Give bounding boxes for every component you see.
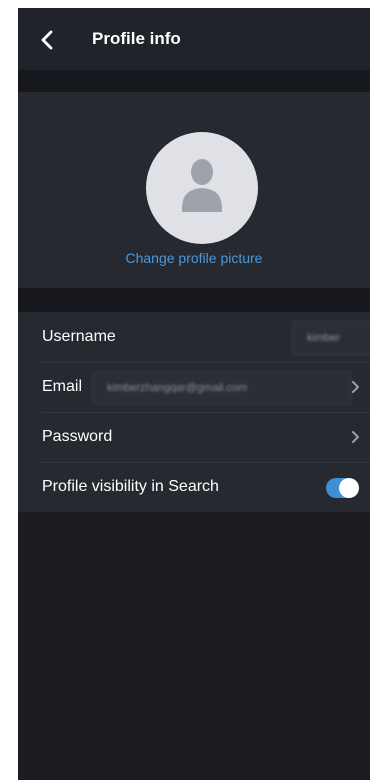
visibility-label: Profile visibility in Search — [42, 478, 219, 495]
change-profile-picture-link[interactable]: Change profile picture — [18, 250, 370, 266]
password-label: Password — [42, 428, 113, 445]
avatar-section: Change profile picture — [18, 92, 370, 288]
username-row[interactable]: Username kimber — [18, 312, 370, 362]
email-value[interactable]: kimberzhangqar@gmail.com — [92, 371, 352, 405]
username-value[interactable]: kimber — [292, 321, 370, 355]
email-row[interactable]: Email kimberzhangqar@gmail.com — [18, 362, 370, 412]
chevron-right-icon — [352, 431, 359, 443]
back-button[interactable] — [36, 28, 60, 52]
chevron-left-icon — [41, 30, 53, 50]
profile-settings-list: Username kimber Email kimberzhangqar@gma… — [18, 312, 370, 512]
page-title: Profile info — [92, 29, 181, 48]
section-divider — [18, 70, 370, 92]
username-label: Username — [42, 328, 116, 345]
avatar[interactable] — [146, 132, 258, 244]
password-row[interactable]: Password — [18, 412, 370, 462]
visibility-row: Profile visibility in Search — [18, 462, 370, 512]
toggle-knob — [339, 478, 359, 498]
section-divider — [18, 288, 370, 312]
app-screen: Profile info Change profile picture User… — [18, 8, 370, 780]
header-bar: Profile info — [18, 8, 370, 70]
visibility-toggle[interactable] — [326, 478, 359, 498]
email-label: Email — [42, 378, 83, 395]
chevron-right-icon — [352, 381, 359, 393]
user-silhouette-icon — [182, 159, 222, 212]
